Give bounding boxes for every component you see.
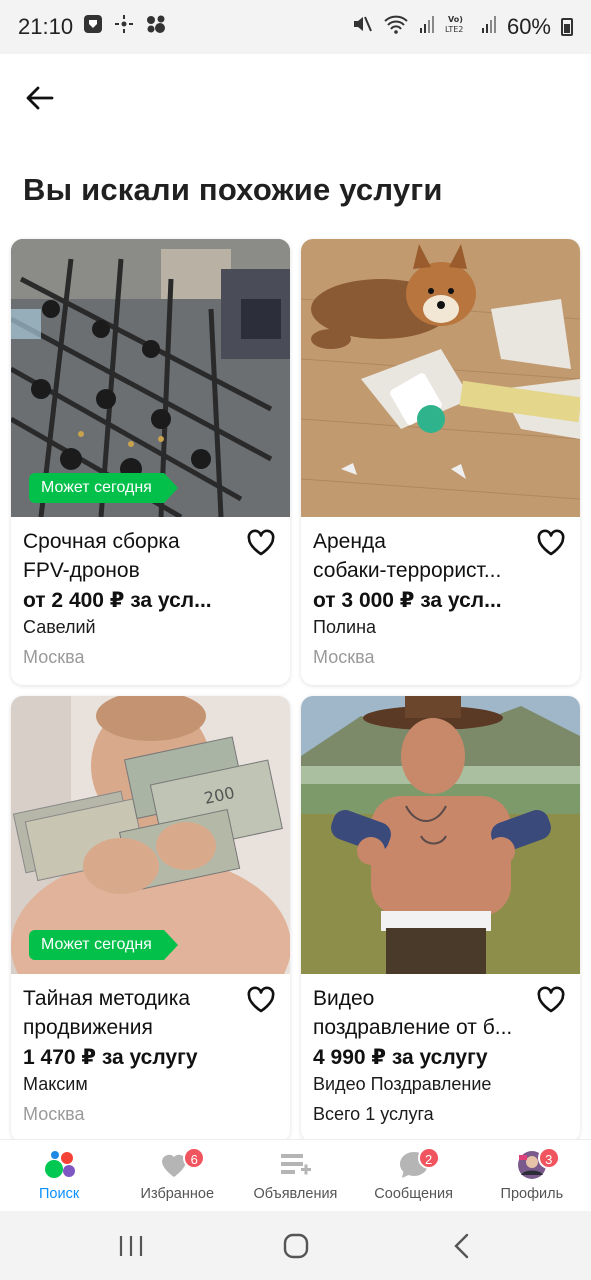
back-button[interactable] [22,80,58,116]
listing-card[interactable]: Аренда собаки-террорист... от 3 000 ₽ за… [301,239,580,685]
recent-apps-button[interactable] [111,1231,151,1261]
listing-city: Москва [23,1104,85,1124]
profile-count-badge: 3 [537,1147,560,1169]
favorite-button[interactable] [246,528,276,558]
listing-title[interactable]: Видео поздравление от б... [313,984,533,1042]
nav-messages[interactable]: 2 Сообщения [355,1140,473,1212]
favorites-count-badge: 6 [183,1147,206,1169]
battery-percent: 60% [506,14,551,39]
listing-photo[interactable] [301,696,580,974]
nav-favorites[interactable]: 6 Избранное [118,1140,236,1212]
listing-city: Москва [23,647,85,667]
header [0,54,591,140]
heart-outline-icon [537,529,565,556]
listing-price: от 2 400 ₽ за усл... [23,589,212,612]
nav-profile[interactable]: 3 Профиль [473,1140,591,1212]
heart-outline-icon [247,529,275,556]
svg-text:LTE2: LTE2 [445,25,463,34]
recent-apps-icon [119,1236,143,1256]
nav-favorites-label: Избранное [140,1186,215,1202]
listing-photo[interactable] [301,239,580,517]
listing-title[interactable]: Срочная сборка FPV-дронов [23,527,243,585]
nav-profile-label: Профиль [500,1186,564,1202]
system-back-button[interactable] [442,1231,482,1261]
home-button[interactable] [276,1231,316,1261]
search-dots-icon [45,1151,76,1178]
listing-title[interactable]: Аренда собаки-террорист... [313,527,533,585]
listing-photo[interactable]: 200 Может сегодня [11,696,290,974]
listing-title[interactable]: Тайная методика продвижения [23,984,243,1042]
nav-search-label: Поиск [39,1186,80,1202]
volte-icon: Vo) LTE2 [445,13,471,41]
svg-text:Vo): Vo) [448,15,463,24]
listing-price: 1 470 ₽ за услугу [23,1046,198,1069]
system-navigation-bar [0,1211,591,1280]
signal-icon [419,14,435,40]
home-icon [283,1233,309,1259]
listing-seller: Савелий [23,617,96,637]
mute-icon [351,13,373,41]
bottom-navigation: Поиск 6 Избранное Объявления 2 Сообщения… [0,1139,591,1211]
nav-listings[interactable]: Объявления [236,1140,354,1212]
avito-app-icon [145,14,167,40]
nav-search[interactable]: Поиск [0,1140,118,1212]
listing-photo[interactable]: Может сегодня [11,239,290,517]
listing-seller: Полина [313,617,377,637]
listing-price: 4 990 ₽ за услугу [313,1046,488,1069]
listing-card[interactable]: Видео поздравление от б... 4 990 ₽ за ус… [301,696,580,1142]
messages-count-badge: 2 [417,1147,440,1169]
listing-seller: Максим [23,1074,88,1094]
signal-icon-2 [481,14,497,40]
wifi-icon [383,13,409,41]
arrow-left-icon [26,86,54,110]
heart-outline-icon [537,986,565,1013]
battery-icon [561,18,573,36]
badge-available-today: Может сегодня [29,930,178,960]
notification-app-icon [83,14,103,40]
listing-price: от 3 000 ₽ за усл... [313,589,502,612]
status-bar: 21:10 Vo) LTE2 60% [0,0,591,54]
listing-city: Москва [313,647,375,667]
badge-available-today: Может сегодня [29,473,178,503]
listing-card[interactable]: Может сегодня Срочная сборка FPV-дронов … [11,239,290,685]
favorite-button[interactable] [536,985,566,1015]
listing-card[interactable]: 200 Может сегодня Тайная методика продви… [11,696,290,1142]
page-title: Вы искали похожие услуги [23,172,443,207]
listing-service-count: Всего 1 услуга [313,1104,434,1124]
favorite-button[interactable] [246,985,276,1015]
favorite-button[interactable] [536,528,566,558]
heart-outline-icon [247,986,275,1013]
listings-add-icon [281,1154,312,1175]
crosshair-app-icon [113,14,135,40]
nav-listings-label: Объявления [253,1186,338,1202]
nav-messages-label: Сообщения [374,1186,453,1202]
chevron-left-icon [454,1233,469,1259]
status-time: 21:10 [18,14,74,39]
listing-seller: Видео Поздравление [313,1074,492,1094]
